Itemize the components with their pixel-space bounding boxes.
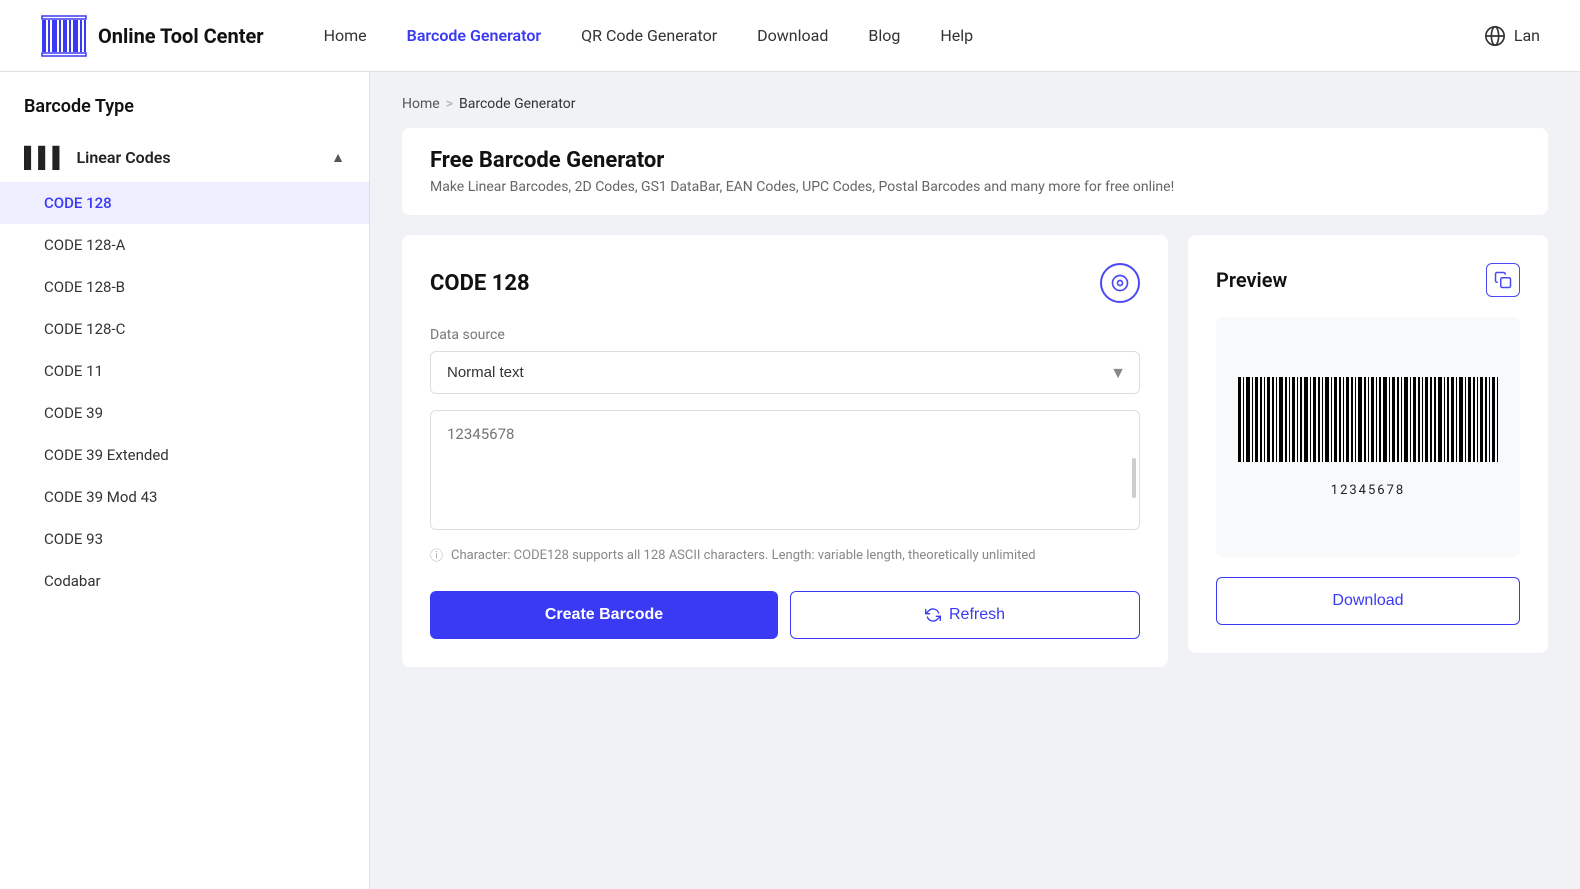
breadcrumb-home[interactable]: Home bbox=[402, 96, 440, 112]
generator-card: CODE 128 Data source Normal text Hexadec… bbox=[402, 235, 1168, 667]
settings-icon bbox=[1110, 273, 1130, 293]
sidebar-item-code128[interactable]: CODE 128 bbox=[0, 182, 369, 224]
generator-card-header: CODE 128 bbox=[430, 263, 1140, 303]
sidebar: Barcode Type ▌▌▌ Linear Codes ▲ CODE 128… bbox=[0, 72, 370, 889]
preview-title: Preview bbox=[1216, 268, 1287, 292]
main-nav: Home Barcode Generator QR Code Generator… bbox=[324, 26, 1484, 45]
copy-icon-button[interactable] bbox=[1486, 263, 1520, 297]
barcode-display: 12345678 bbox=[1238, 377, 1498, 498]
page-subtitle: Make Linear Barcodes, 2D Codes, GS1 Data… bbox=[430, 179, 1520, 195]
nav-help[interactable]: Help bbox=[940, 26, 973, 45]
sidebar-item-code11[interactable]: CODE 11 bbox=[0, 350, 369, 392]
barcode-input[interactable] bbox=[430, 410, 1140, 530]
textarea-wrapper bbox=[430, 410, 1140, 546]
page-title: Free Barcode Generator bbox=[430, 148, 1520, 173]
barcode-value-text: 12345678 bbox=[1331, 483, 1405, 498]
sidebar-item-code39extended[interactable]: CODE 39 Extended bbox=[0, 434, 369, 476]
refresh-label: Refresh bbox=[949, 606, 1005, 624]
barcode-section-icon: ▌▌▌ bbox=[24, 145, 67, 170]
preview-header: Preview bbox=[1216, 263, 1520, 297]
barcode-preview-area: 12345678 bbox=[1216, 317, 1520, 557]
settings-icon-button[interactable] bbox=[1100, 263, 1140, 303]
generator-card-title: CODE 128 bbox=[430, 271, 530, 296]
breadcrumb: Home > Barcode Generator bbox=[402, 96, 1548, 112]
nav-blog[interactable]: Blog bbox=[868, 26, 900, 45]
sidebar-item-code128a[interactable]: CODE 128-A bbox=[0, 224, 369, 266]
language-label: Lan bbox=[1514, 26, 1540, 45]
language-selector[interactable]: Lan bbox=[1484, 25, 1540, 47]
download-button[interactable]: Download bbox=[1216, 577, 1520, 625]
refresh-button[interactable]: Refresh bbox=[790, 591, 1140, 639]
nav-home[interactable]: Home bbox=[324, 26, 367, 45]
info-icon: ⓘ bbox=[430, 547, 443, 567]
breadcrumb-separator: > bbox=[446, 96, 453, 112]
info-content: Character: CODE128 supports all 128 ASCI… bbox=[451, 546, 1036, 566]
data-source-label: Data source bbox=[430, 327, 1140, 343]
preview-card: Preview bbox=[1188, 235, 1548, 653]
nav-barcode-generator[interactable]: Barcode Generator bbox=[407, 26, 541, 45]
linear-codes-section-header[interactable]: ▌▌▌ Linear Codes ▲ bbox=[0, 133, 369, 182]
chevron-up-icon: ▲ bbox=[331, 149, 345, 166]
nav-qr-code-generator[interactable]: QR Code Generator bbox=[581, 26, 717, 45]
logo-icon bbox=[40, 12, 88, 60]
refresh-icon bbox=[925, 607, 941, 623]
main-content: Home > Barcode Generator Free Barcode Ge… bbox=[370, 72, 1580, 889]
generator-area: CODE 128 Data source Normal text Hexadec… bbox=[402, 235, 1548, 667]
sidebar-item-code128c[interactable]: CODE 128-C bbox=[0, 308, 369, 350]
logo[interactable]: Online Tool Center bbox=[40, 12, 264, 60]
copy-icon bbox=[1494, 271, 1512, 289]
scrollbar-indicator bbox=[1132, 458, 1136, 498]
globe-icon bbox=[1484, 25, 1506, 47]
sidebar-title: Barcode Type bbox=[0, 96, 369, 133]
page-body: Barcode Type ▌▌▌ Linear Codes ▲ CODE 128… bbox=[0, 72, 1580, 889]
sidebar-item-code128b[interactable]: CODE 128-B bbox=[0, 266, 369, 308]
info-text: ⓘ Character: CODE128 supports all 128 AS… bbox=[430, 546, 1140, 567]
breadcrumb-current: Barcode Generator bbox=[459, 96, 575, 112]
sidebar-item-code39[interactable]: CODE 39 bbox=[0, 392, 369, 434]
sidebar-item-codabar[interactable]: Codabar bbox=[0, 560, 369, 602]
action-buttons: Create Barcode Refresh bbox=[430, 591, 1140, 639]
linear-codes-label: Linear Codes bbox=[77, 148, 171, 167]
nav-download[interactable]: Download bbox=[757, 26, 828, 45]
data-source-select[interactable]: Normal text Hexadecimal Base64 bbox=[430, 351, 1140, 394]
page-title-card: Free Barcode Generator Make Linear Barco… bbox=[402, 128, 1548, 215]
data-source-select-wrapper: Normal text Hexadecimal Base64 ▼ bbox=[430, 351, 1140, 394]
sidebar-item-code93[interactable]: CODE 93 bbox=[0, 518, 369, 560]
header: Online Tool Center Home Barcode Generato… bbox=[0, 0, 1580, 72]
sidebar-item-code39mod43[interactable]: CODE 39 Mod 43 bbox=[0, 476, 369, 518]
logo-text: Online Tool Center bbox=[98, 24, 264, 48]
barcode-svg bbox=[1238, 377, 1498, 477]
create-barcode-button[interactable]: Create Barcode bbox=[430, 591, 778, 639]
